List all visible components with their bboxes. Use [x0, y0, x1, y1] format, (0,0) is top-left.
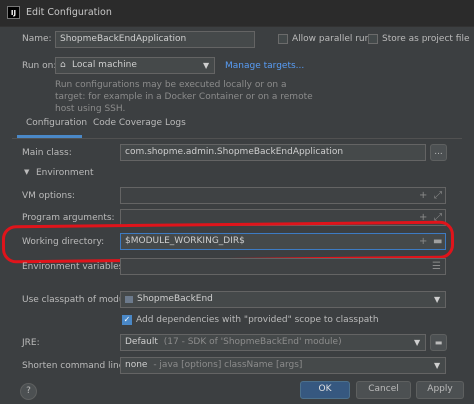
house-icon: ⌂ [60, 60, 66, 70]
tab-code-coverage[interactable]: Code Coverage [93, 118, 162, 128]
add-dependencies-label: Add dependencies with "provided" scope t… [136, 315, 379, 325]
classpath-module-label: Use classpath of module: [22, 295, 136, 305]
intellij-app-icon: IJ [7, 6, 20, 19]
run-on-value: Local machine [72, 60, 137, 70]
classpath-module-value: ShopmeBackEnd [137, 294, 213, 304]
run-on-description: Run configurations may be executed local… [55, 80, 313, 114]
chevron-down-icon: ▼ [203, 61, 210, 70]
shorten-command-line-label: Shorten command line: [22, 361, 128, 371]
chevron-down-icon: ▼ [434, 295, 441, 304]
environment-variables-label: Environment variables: [22, 262, 127, 272]
jre-hint: (17 - SDK of 'ShopmeBackEnd' module) [163, 337, 342, 347]
vm-options-label: VM options: [22, 191, 75, 201]
chevron-down-icon: ▼ [414, 338, 421, 347]
edit-configuration-window: IJ Edit Configuration Name: ShopmeBackEn… [0, 0, 474, 404]
allow-parallel-checkbox[interactable] [278, 34, 288, 44]
run-on-select[interactable]: ⌂ Local machine ▼ [55, 57, 215, 74]
expand-field-icon[interactable]: ⤢ [434, 188, 442, 203]
chevron-down-icon: ▼ [434, 361, 441, 370]
ok-button[interactable]: OK [300, 381, 350, 399]
environment-section-label: Environment [36, 168, 94, 178]
name-label: Name: [22, 34, 52, 44]
browse-main-class-button[interactable]: ... [430, 144, 447, 161]
red-annotation-circle [1, 220, 455, 264]
jre-browse-folder-button[interactable]: ▬ [430, 334, 447, 351]
window-title: Edit Configuration [26, 7, 112, 18]
run-on-label: Run on: [22, 61, 57, 71]
main-class-label: Main class: [22, 148, 72, 158]
shorten-value: none [125, 360, 148, 370]
apply-button[interactable]: Apply [416, 381, 464, 399]
add-dependencies-checkbox[interactable]: ✓ [122, 315, 132, 325]
main-class-input[interactable]: com.shopme.admin.ShopmeBackEndApplicatio… [120, 144, 426, 161]
store-project-checkbox[interactable] [368, 34, 378, 44]
module-folder-icon [125, 296, 133, 303]
help-button[interactable]: ? [20, 383, 37, 400]
folder-icon: ▬ [434, 338, 443, 347]
vm-options-input[interactable]: + ⤢ [120, 187, 446, 204]
shorten-hint: - java [options] className [args] [153, 360, 303, 370]
tab-configuration[interactable]: Configuration [26, 118, 87, 128]
expand-plus-icon[interactable]: + [419, 188, 427, 203]
cancel-button[interactable]: Cancel [356, 381, 411, 399]
program-arguments-label: Program arguments: [22, 213, 115, 223]
jre-value: Default [125, 337, 158, 347]
title-bar[interactable]: IJ Edit Configuration [0, 0, 474, 27]
name-input[interactable]: ShopmeBackEndApplication [55, 31, 255, 48]
collapse-arrow-icon[interactable]: ▼ [24, 168, 29, 176]
store-project-label: Store as project file [382, 34, 470, 44]
manage-targets-link[interactable]: Manage targets... [225, 61, 304, 71]
edit-list-icon[interactable]: ☰ [432, 259, 441, 274]
jre-label: JRE: [22, 338, 40, 348]
jre-select[interactable]: Default (17 - SDK of 'ShopmeBackEnd' mod… [120, 334, 426, 351]
allow-parallel-label: Allow parallel run [292, 34, 371, 44]
environment-variables-input[interactable]: ☰ [120, 258, 446, 275]
tab-logs[interactable]: Logs [165, 118, 186, 128]
classpath-module-select[interactable]: ShopmeBackEnd ▼ [120, 291, 446, 308]
tab-divider [12, 138, 462, 139]
shorten-command-line-select[interactable]: none - java [options] className [args] ▼ [120, 357, 446, 374]
